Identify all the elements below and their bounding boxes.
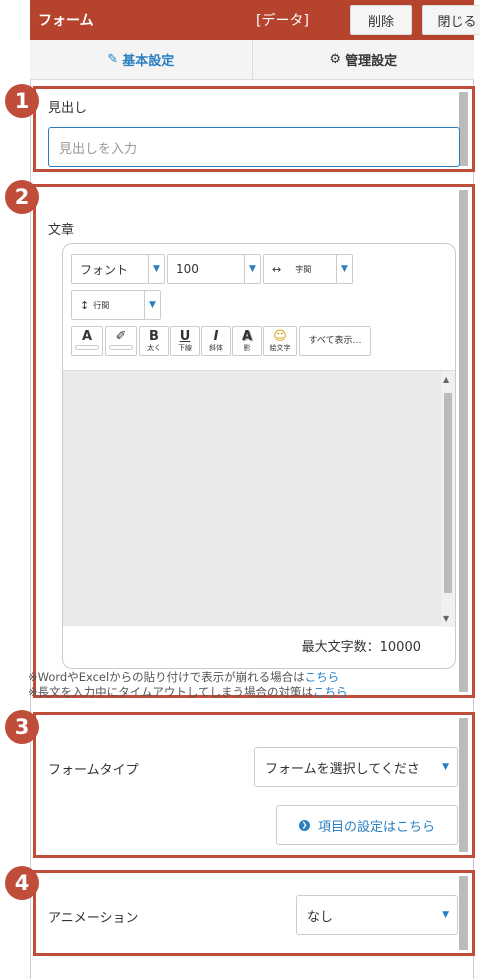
animation-select-value: なし (307, 909, 334, 925)
step-badge-3: 3 (5, 710, 39, 744)
editor-notes: ※WordやExcelからの貼り付けで表示が崩れる場合はこちら ※長文を入力中に… (28, 670, 348, 700)
emoji-icon: ☺ (273, 329, 287, 344)
delete-button[interactable]: 削除 (350, 5, 412, 35)
tab-basic-settings[interactable]: ✎ 基本設定 (30, 40, 252, 79)
timeout-help-link[interactable]: こちら (313, 685, 348, 699)
body-text-label: 文章 (48, 223, 75, 238)
chevron-down-icon: ▼ (336, 255, 352, 283)
max-characters: 最大文字数：10000 (301, 640, 421, 655)
color-swatch (109, 345, 133, 350)
rich-text-editor: フォント ▼ 100 ▼ ↔ 字間 ▼ ↕ 行間 ▼ A ✐ B 太く U 下線… (62, 243, 456, 669)
timeout-note: ※長文を入力中にタイムアウトしてしまう場合の対策はこちら (28, 685, 348, 700)
panel-title: フォーム (38, 13, 94, 29)
font-select-value: フォント (80, 262, 129, 277)
scrollbar[interactable] (459, 876, 468, 950)
paste-note-text: ※WordやExcelからの貼り付けで表示が崩れる場合は (28, 670, 305, 684)
timeout-note-text: ※長文を入力中にタイムアウトしてしまう場合の対策は (28, 685, 314, 699)
font-select[interactable]: フォント ▼ (71, 254, 165, 284)
step-badge-2: 2 (5, 180, 39, 214)
shadow-button[interactable]: A 影 (232, 326, 262, 356)
shadow-icon: A (241, 329, 253, 344)
scrollbar[interactable] (459, 718, 468, 852)
animation-section: アニメーション なし ▼ (33, 870, 475, 956)
underline-label: 下線 (178, 344, 192, 352)
underline-button[interactable]: U 下線 (170, 326, 200, 356)
italic-button[interactable]: I 斜体 (201, 326, 231, 356)
emoji-button[interactable]: ☺ 絵文字 (263, 326, 297, 356)
gear-icon: ⚙ (329, 52, 342, 67)
font-size-value: 100 (176, 262, 199, 276)
scroll-thumb[interactable] (444, 393, 452, 593)
item-settings-label: 項目の設定はこちら (317, 819, 435, 835)
tab-label: 基本設定 (122, 54, 175, 69)
emoji-label: 絵文字 (269, 344, 291, 352)
letter-spacing-icon: ↔ (272, 262, 282, 276)
scroll-down-icon[interactable]: ▼ (443, 614, 449, 623)
heading-input[interactable]: 見出しを入力 (48, 127, 460, 167)
scrollbar[interactable] (459, 190, 468, 692)
heading-label: 見出し (48, 101, 88, 116)
underline-icon: U (179, 329, 191, 344)
color-swatch (75, 345, 99, 350)
scroll-up-icon[interactable]: ▲ (443, 375, 449, 384)
close-button[interactable]: 閉じる (422, 5, 480, 35)
text-color-icon: A (81, 329, 93, 344)
form-type-label: フォームタイプ (48, 763, 139, 778)
chevron-down-icon: ▼ (148, 255, 164, 283)
chevron-down-icon: ▼ (442, 910, 449, 920)
panel-header: フォーム [データ] 削除 閉じる (30, 0, 480, 40)
line-height-icon: ↕ (80, 298, 90, 312)
chevron-right-circle-icon: ❯ (298, 819, 310, 831)
step-badge-1: 1 (5, 84, 39, 118)
body-text-section: 文章 フォント ▼ 100 ▼ ↔ 字間 ▼ ↕ 行間 ▼ A ✐ B 太く U… (33, 184, 475, 698)
tab-bar: ✎ 基本設定 ⚙ 管理設定 (30, 40, 474, 80)
tab-admin-settings[interactable]: ⚙ 管理設定 (251, 40, 475, 79)
edit-icon: ✎ (107, 52, 119, 67)
form-type-section: フォームタイプ フォームを選択してくださ ▼ ❯ 項目の設定はこちら (33, 712, 475, 858)
line-height-label: 行間 (93, 300, 110, 310)
chevron-down-icon: ▼ (442, 762, 449, 772)
chevron-down-icon: ▼ (144, 291, 160, 319)
animation-label: アニメーション (48, 911, 139, 926)
animation-select[interactable]: なし ▼ (296, 895, 458, 935)
shadow-label: 影 (243, 344, 251, 352)
bold-icon: B (149, 329, 159, 344)
tab-label: 管理設定 (345, 54, 398, 69)
paste-help-link[interactable]: こちら (305, 670, 340, 684)
letter-spacing-select[interactable]: ↔ 字間 ▼ (263, 254, 353, 284)
heading-section: 見出し 見出しを入力 (33, 86, 475, 172)
bold-button[interactable]: B 太く (139, 326, 169, 356)
item-settings-button[interactable]: ❯ 項目の設定はこちら (276, 805, 458, 845)
form-type-select[interactable]: フォームを選択してくださ ▼ (254, 747, 458, 787)
paste-note: ※WordやExcelからの貼り付けで表示が崩れる場合はこちら (28, 670, 348, 685)
marker-icon: ✐ (115, 329, 127, 344)
scrollbar[interactable] (459, 92, 468, 166)
text-color-button[interactable]: A (71, 326, 103, 356)
line-height-select[interactable]: ↕ 行間 ▼ (71, 290, 161, 320)
editor-content-area[interactable]: ▲ ▼ (63, 370, 455, 627)
form-type-select-value: フォームを選択してくださ (265, 761, 420, 777)
step-badge-4: 4 (5, 866, 39, 900)
editor-scrollbar[interactable]: ▲ ▼ (441, 371, 455, 627)
highlight-button[interactable]: ✐ (105, 326, 137, 356)
italic-label: 斜体 (209, 344, 223, 352)
bold-label: 太く (147, 344, 161, 352)
letter-spacing-label: 字間 (295, 264, 312, 274)
data-tag: [データ] (256, 13, 309, 29)
font-size-select[interactable]: 100 ▼ (167, 254, 261, 284)
italic-icon: I (213, 329, 219, 344)
chevron-down-icon: ▼ (244, 255, 260, 283)
show-all-button[interactable]: すべて表示… (299, 326, 371, 356)
